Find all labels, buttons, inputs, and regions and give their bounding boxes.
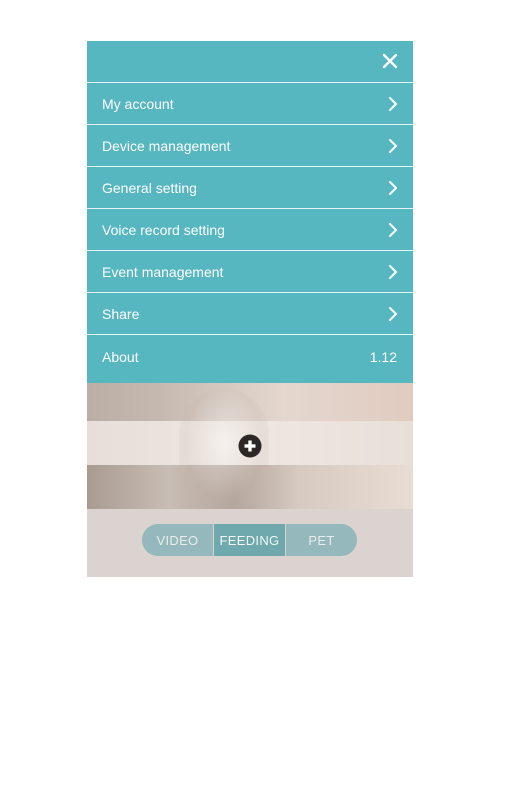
app-screen: VIDEO FEEDING PET My account Device mana…: [87, 41, 413, 577]
menu-item-label: Event management: [102, 263, 224, 280]
menu-item-label: Voice record setting: [102, 221, 225, 238]
menu-item-label: My account: [102, 95, 174, 112]
camera-preview: [87, 383, 413, 509]
menu-item-voice-record-setting[interactable]: Voice record setting: [87, 209, 413, 251]
menu-item-label: Device management: [102, 137, 231, 154]
menu-item-device-management[interactable]: Device management: [87, 125, 413, 167]
tab-video[interactable]: VIDEO: [142, 524, 213, 556]
chevron-right-icon: [389, 223, 397, 237]
menu-item-label: About: [102, 349, 139, 365]
bottom-tab-bar: VIDEO FEEDING PET: [87, 509, 413, 577]
menu-item-share[interactable]: Share: [87, 293, 413, 335]
plus-circle-icon[interactable]: [238, 434, 262, 458]
menu-item-general-setting[interactable]: General setting: [87, 167, 413, 209]
chevron-right-icon: [389, 97, 397, 111]
menu-header: [87, 41, 413, 83]
menu-item-event-management[interactable]: Event management: [87, 251, 413, 293]
tab-pet[interactable]: PET: [285, 524, 357, 556]
tab-feeding[interactable]: FEEDING: [213, 524, 285, 556]
app-version: 1.12: [369, 349, 397, 365]
mode-segmented-control: VIDEO FEEDING PET: [142, 524, 357, 556]
chevron-right-icon: [389, 307, 397, 321]
side-menu: My account Device management General set…: [87, 41, 413, 383]
menu-item-label: General setting: [102, 179, 197, 196]
chevron-right-icon: [389, 181, 397, 195]
menu-item-my-account[interactable]: My account: [87, 83, 413, 125]
menu-item-about[interactable]: About 1.12: [87, 335, 413, 379]
chevron-right-icon: [389, 265, 397, 279]
close-icon[interactable]: [379, 50, 401, 72]
menu-item-label: Share: [102, 305, 140, 322]
chevron-right-icon: [389, 139, 397, 153]
